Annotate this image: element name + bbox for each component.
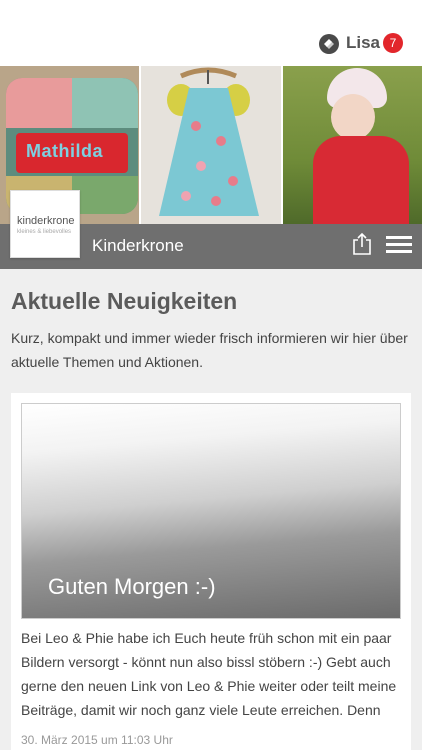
section-title: Aktuelle Neuigkeiten: [11, 288, 238, 314]
news-card-caption: Guten Morgen :-): [48, 574, 216, 599]
section-intro: Kurz, kompakt und immer wieder frisch in…: [11, 330, 408, 370]
menu-icon[interactable]: [386, 236, 412, 254]
news-card-image[interactable]: Guten Morgen :-): [21, 403, 401, 619]
shop-logo-subtext: kleines & liebevolles: [17, 229, 72, 235]
news-card-date: 30. März 2015 um 11:03 Uhr: [21, 733, 173, 747]
hero-image-dress: [141, 66, 281, 224]
shop-logo: kinderkrone kleines & liebevolles: [10, 190, 80, 258]
pillow-name: Mathilda: [26, 141, 104, 161]
shop-name: Kinderkrone: [92, 236, 184, 255]
hero-image-baby: [282, 66, 422, 224]
news-card[interactable]: Guten Morgen :-) Bei Leo & Phie habe ich…: [11, 393, 411, 750]
notification-badge[interactable]: 7: [383, 33, 403, 53]
top-bar: Lisa 7: [0, 0, 422, 66]
app-logo-icon[interactable]: [318, 33, 340, 55]
news-card-text: Bei Leo & Phie habe ich Euch heute früh …: [21, 630, 397, 718]
share-icon[interactable]: [352, 232, 372, 256]
shop-logo-text: kinderkrone: [17, 215, 75, 227]
dress-illustration: [159, 67, 260, 216]
user-name[interactable]: Lisa: [346, 33, 380, 53]
